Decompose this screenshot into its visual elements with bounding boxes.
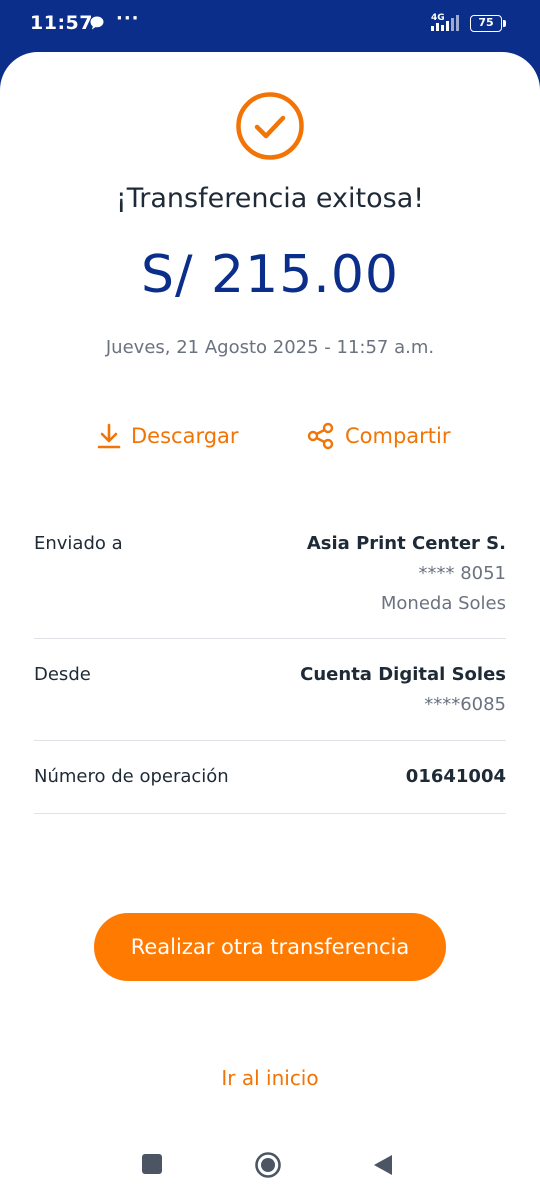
sent-to-values: Asia Print Center S. **** 8051 Moneda So…	[307, 533, 506, 615]
go-home-link[interactable]: Ir al inicio	[0, 1066, 540, 1090]
from-values: Cuenta Digital Soles ****6085	[300, 664, 506, 716]
detail-row-from: Desde Cuenta Digital Soles ****6085	[34, 639, 506, 741]
battery-tip	[503, 20, 506, 27]
download-button[interactable]: Descargar	[97, 420, 239, 452]
battery-icon: 75	[470, 15, 502, 32]
download-label: Descargar	[131, 424, 239, 448]
transfer-datetime: Jueves, 21 Agosto 2025 - 11:57 a.m.	[105, 337, 435, 358]
operation-label: Número de operación	[34, 766, 229, 787]
source-account-number: ****6085	[424, 694, 506, 715]
notification-dots: ···	[116, 8, 140, 29]
from-label: Desde	[34, 664, 91, 685]
share-icon	[307, 422, 334, 450]
new-transfer-button[interactable]: Realizar otra transferencia	[94, 913, 446, 981]
system-nav-bar	[0, 1130, 540, 1200]
detail-row-sent-to: Enviado a Asia Print Center S. **** 8051…	[34, 515, 506, 639]
home-icon[interactable]	[254, 1151, 282, 1179]
operation-number: 01641004	[405, 766, 506, 787]
check-circle-icon	[236, 92, 304, 160]
battery-level: 75	[478, 16, 494, 29]
back-icon[interactable]	[372, 1153, 394, 1177]
share-label: Compartir	[345, 424, 451, 448]
transfer-amount: S/ 215.00	[140, 245, 399, 305]
signal-icon	[431, 15, 459, 31]
share-button[interactable]: Compartir	[307, 420, 451, 452]
transfer-details: Enviado a Asia Print Center S. **** 8051…	[34, 515, 506, 814]
page-title: ¡Transferencia exitosa!	[115, 183, 425, 214]
source-account-name: Cuenta Digital Soles	[300, 664, 506, 685]
operation-values: 01641004	[406, 766, 506, 788]
sent-to-label: Enviado a	[34, 533, 123, 554]
status-time: 11:57	[30, 12, 93, 34]
chat-bubble-icon	[90, 16, 104, 30]
recipient-currency: Moneda Soles	[380, 593, 506, 614]
recipient-name: Asia Print Center S.	[306, 533, 506, 554]
recipient-account: **** 8051	[418, 563, 506, 584]
recents-icon[interactable]	[142, 1154, 162, 1174]
download-icon	[97, 423, 121, 449]
detail-row-operation: Número de operación 01641004	[34, 741, 506, 814]
